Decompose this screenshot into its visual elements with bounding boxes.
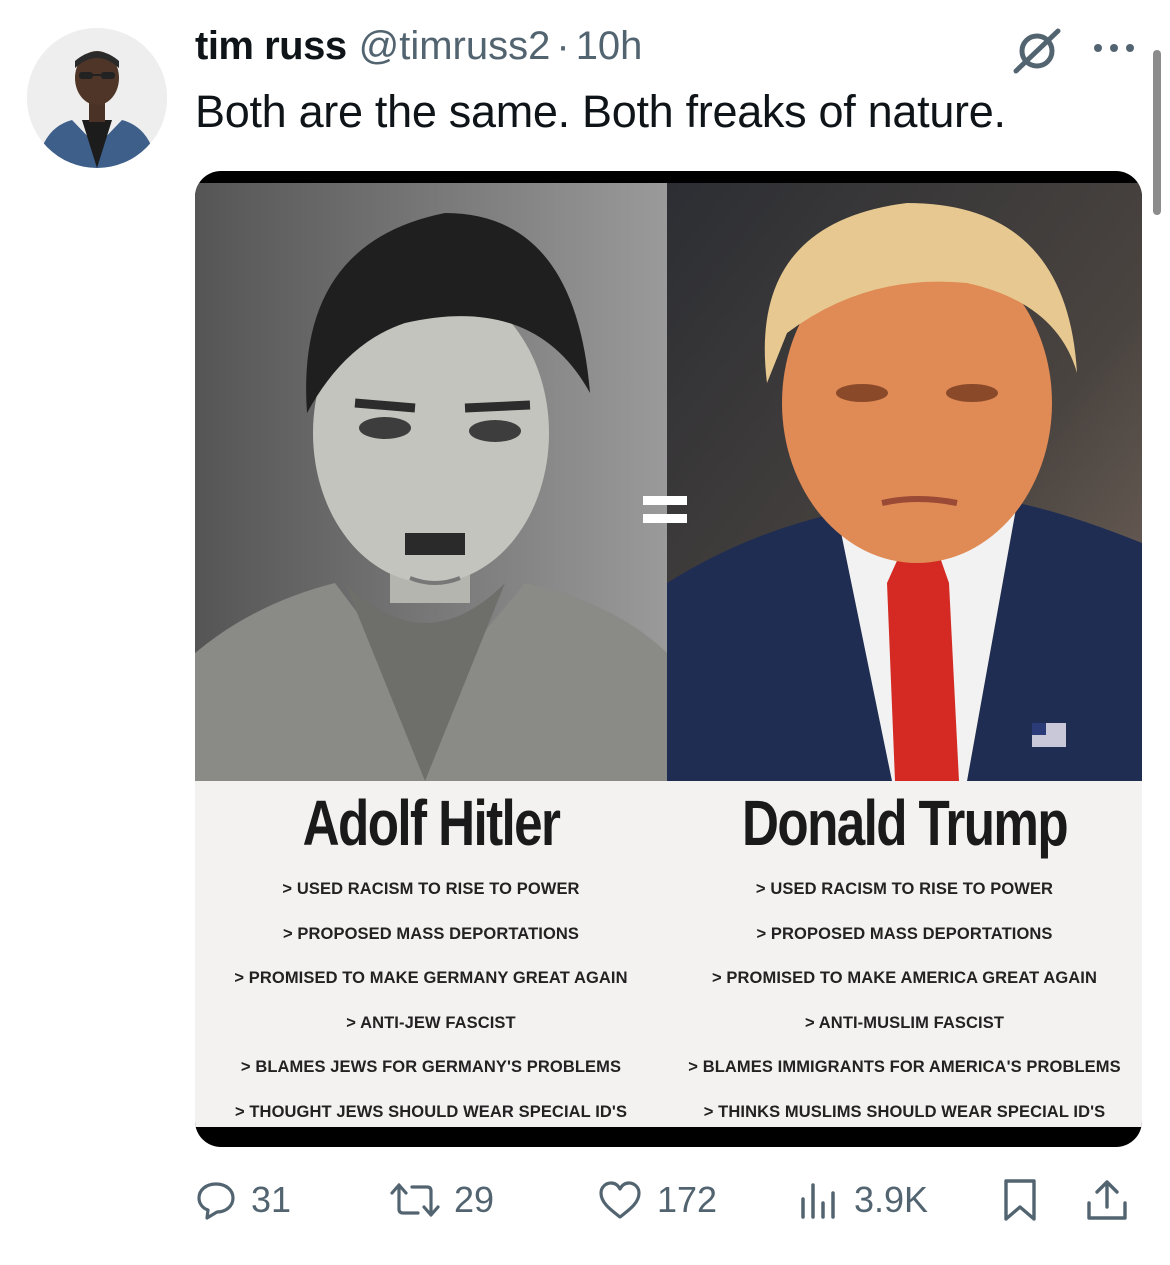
author-display-name[interactable]: tim russ	[195, 24, 347, 69]
author-handle[interactable]: @timruss2	[359, 24, 551, 69]
share-upload-icon	[1087, 1180, 1127, 1220]
views-button[interactable]: 3.9K	[798, 1170, 928, 1230]
right-column-name: Donald Trump	[742, 787, 1069, 859]
speech-bubble-icon	[197, 1182, 235, 1220]
separator-dot: ·	[556, 24, 570, 68]
tweet: tim russ @timruss2 · 10h Both are the sa…	[0, 0, 1170, 1265]
share-button[interactable]	[1085, 1170, 1129, 1230]
right-point: > USED RACISM TO RISE TO POWER	[755, 880, 1054, 898]
timestamp[interactable]: 10h	[576, 24, 643, 69]
left-point: > ANTI-JEW FASCIST	[346, 1013, 516, 1032]
tweet-actions: 31 29 172 3.9K	[195, 1170, 1145, 1230]
author-avatar[interactable]	[27, 28, 167, 168]
right-point: > PROPOSED MASS DEPORTATIONS	[756, 924, 1053, 943]
avatar-photo	[27, 28, 167, 168]
bookmark-button[interactable]	[1001, 1170, 1039, 1230]
right-points-list: > USED RACISM TO RISE TO POWER > PROPOSE…	[667, 867, 1142, 1135]
repost-button[interactable]: 29	[390, 1170, 494, 1230]
views-count: 3.9K	[854, 1179, 929, 1220]
comparison-panel: Adolf Hitler > USED RACISM TO RISE TO PO…	[195, 781, 1142, 1127]
right-point: > PROMISED TO MAKE AMERICA GREAT AGAIN	[712, 969, 1097, 988]
right-column: Donald Trump > USED RACISM TO RISE TO PO…	[667, 781, 1142, 1135]
right-point: > ANTI-MUSLIM FASCIST	[804, 1013, 1005, 1032]
like-button[interactable]: 172	[597, 1170, 717, 1230]
tweet-header: tim russ @timruss2 · 10h	[195, 24, 642, 76]
left-point: > BLAMES JEWS FOR GERMANY'S PROBLEMS	[240, 1058, 622, 1077]
tweet-media-image[interactable]: Adolf Hitler > USED RACISM TO RISE TO PO…	[195, 171, 1142, 1147]
right-point: > BLAMES IMMIGRANTS FOR AMERICA'S PROBLE…	[688, 1058, 1121, 1077]
left-point: > THOUGHT JEWS SHOULD WEAR SPECIAL ID'S	[234, 1102, 628, 1121]
heart-icon	[599, 1181, 641, 1219]
tweet-text: Both are the same. Both freaks of nature…	[195, 86, 1006, 137]
bookmark-icon	[1004, 1179, 1036, 1221]
right-point: > THINKS MUSLIMS SHOULD WEAR SPECIAL ID'…	[703, 1102, 1106, 1121]
repost-arrows-icon	[390, 1183, 440, 1217]
equals-sign	[643, 496, 687, 524]
more-dots-icon[interactable]	[1090, 36, 1138, 60]
left-points-list: > USED RACISM TO RISE TO POWER > PROPOSE…	[195, 867, 667, 1135]
left-point: > PROPOSED MASS DEPORTATIONS	[282, 924, 580, 943]
reply-button[interactable]: 31	[195, 1170, 291, 1230]
like-count: 172	[657, 1179, 718, 1220]
scrollbar[interactable]	[1153, 50, 1161, 215]
left-column-name: Adolf Hitler	[302, 787, 561, 859]
bar-chart-icon	[801, 1183, 835, 1219]
right-portrait-photo	[667, 183, 1142, 781]
left-point: > USED RACISM TO RISE TO POWER	[282, 880, 580, 898]
left-portrait-photo	[195, 183, 667, 781]
reply-count: 31	[251, 1179, 292, 1220]
grok-icon[interactable]	[1012, 28, 1062, 74]
left-column: Adolf Hitler > USED RACISM TO RISE TO PO…	[195, 781, 667, 1135]
repost-count: 29	[454, 1179, 495, 1220]
left-point: > PROMISED TO MAKE GERMANY GREAT AGAIN	[234, 969, 628, 988]
